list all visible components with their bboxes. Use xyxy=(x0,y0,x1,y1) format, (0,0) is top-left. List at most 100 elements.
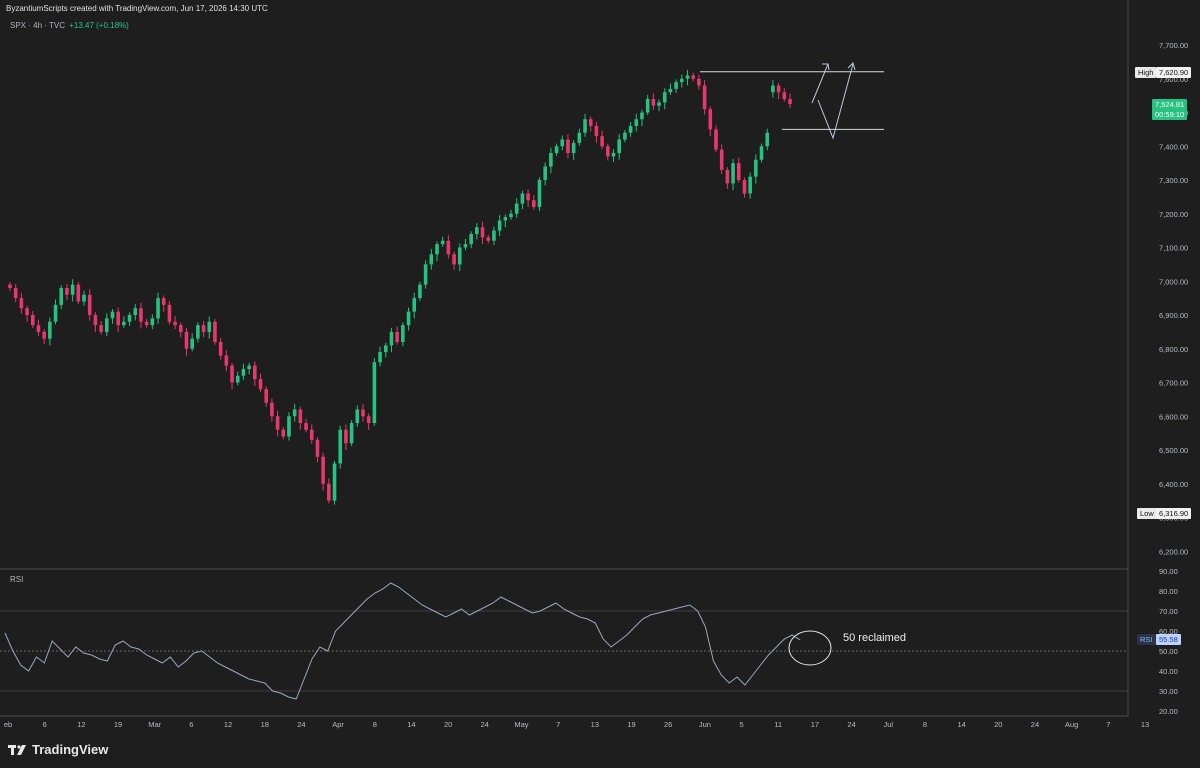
candle-body xyxy=(560,139,565,147)
time-tick-label: Jul xyxy=(883,720,893,729)
candle-body xyxy=(53,304,58,322)
candle-body xyxy=(662,92,667,103)
candle-body xyxy=(99,325,103,332)
candle-body xyxy=(457,247,462,265)
price-tick-label: 7,400.00 xyxy=(1159,142,1188,151)
time-tick-label: 24 xyxy=(847,720,855,729)
candle-body xyxy=(196,325,200,339)
candle-body xyxy=(577,132,582,143)
candle-body xyxy=(207,321,212,332)
candle-body xyxy=(150,318,155,326)
rsi-highlight-circle[interactable] xyxy=(788,630,832,666)
candle-body xyxy=(549,153,553,167)
rsi-tick-label: 90.00 xyxy=(1159,567,1178,576)
time-tick-label: 17 xyxy=(811,720,819,729)
candle-body xyxy=(179,325,183,332)
time-tick-label: Apr xyxy=(332,720,344,729)
candlestick-series xyxy=(8,69,792,505)
time-tick-label: 6 xyxy=(43,720,47,729)
candle-body xyxy=(110,311,115,319)
price-tick-label: 6,600.00 xyxy=(1159,412,1188,421)
rsi-tick-label: 50.00 xyxy=(1159,647,1178,656)
candle-body xyxy=(93,315,98,326)
candle-body xyxy=(463,244,468,248)
candle-body xyxy=(104,318,109,332)
candle-body xyxy=(754,159,758,177)
candle-body xyxy=(281,429,286,437)
projection-arrow-1[interactable] xyxy=(811,63,829,104)
candle-body xyxy=(788,99,792,105)
candle-body xyxy=(395,331,399,342)
candle-body xyxy=(634,119,639,126)
candle-body xyxy=(554,146,559,153)
candle-body xyxy=(378,352,382,363)
tradingview-logo-text: TradingView xyxy=(32,742,109,757)
candle-body xyxy=(30,315,35,326)
candle-body xyxy=(497,220,502,231)
candle-body xyxy=(469,234,473,245)
drawings xyxy=(788,62,856,666)
candle-body xyxy=(270,402,274,417)
rsi-tick-label: 40.00 xyxy=(1159,667,1178,676)
high-tag-label: High xyxy=(1135,67,1157,78)
candle-body xyxy=(640,112,644,120)
candle-body xyxy=(600,136,604,147)
rsi-annotation-text: 50 reclaimed xyxy=(843,632,906,644)
candle-body xyxy=(588,119,593,126)
candle-body xyxy=(759,146,764,160)
time-tick-label: 19 xyxy=(627,720,635,729)
candle-body xyxy=(42,331,46,339)
candle-body xyxy=(520,193,525,204)
time-tick-label: 7 xyxy=(1106,720,1110,729)
time-tick-label: 20 xyxy=(994,720,1002,729)
candle-body xyxy=(344,429,348,444)
candle-body xyxy=(480,227,485,238)
price-tick-label: 7,200.00 xyxy=(1159,210,1188,219)
candle-body xyxy=(253,365,257,380)
tradingview-logo[interactable]: TradingView xyxy=(8,742,108,757)
candle-body xyxy=(617,139,621,153)
candle-body xyxy=(48,321,52,339)
price-tick-label: 7,100.00 xyxy=(1159,244,1188,253)
candle-body xyxy=(503,217,508,221)
candle-body xyxy=(287,416,291,437)
rsi-tag-label: RSI xyxy=(1137,634,1156,645)
time-tick-label: eb xyxy=(4,720,12,729)
price-tick-label: 7,000.00 xyxy=(1159,277,1188,286)
candle-body xyxy=(70,284,75,295)
candle-body xyxy=(327,483,331,501)
candle-body xyxy=(736,163,741,180)
bar-countdown-tag: 00:59:10 xyxy=(1152,109,1188,120)
candle-body xyxy=(606,146,610,157)
time-tick-label: 5 xyxy=(739,720,743,729)
candle-body xyxy=(765,132,770,147)
candle-body xyxy=(583,119,587,133)
candle-body xyxy=(412,298,417,312)
candle-body xyxy=(537,180,542,207)
candle-body xyxy=(167,304,172,322)
candle-body xyxy=(776,85,781,93)
time-tick-label: 11 xyxy=(774,720,782,729)
rsi-tick-label: 70.00 xyxy=(1159,607,1178,616)
candle-body xyxy=(509,213,513,218)
candle-body xyxy=(133,308,138,315)
time-tick-label: 8 xyxy=(923,720,927,729)
price-tick-label: 6,200.00 xyxy=(1159,547,1188,556)
time-tick-label: 19 xyxy=(114,720,122,729)
candle-body xyxy=(668,88,673,93)
time-tick-label: 24 xyxy=(481,720,489,729)
candle-body xyxy=(275,416,280,430)
time-tick-label: 12 xyxy=(77,720,85,729)
rsi-line xyxy=(4,582,801,700)
price-tick-label: 6,500.00 xyxy=(1159,446,1188,455)
chart-canvas[interactable]: 7,700.007,600.007,500.007,400.007,300.00… xyxy=(0,0,1200,768)
candle-body xyxy=(543,166,547,180)
candle-body xyxy=(571,142,576,153)
candle-body xyxy=(156,298,160,319)
rsi-tick-label: 20.00 xyxy=(1159,707,1178,716)
price-tick-label: 6,800.00 xyxy=(1159,345,1188,354)
candle-body xyxy=(782,92,787,99)
candle-body xyxy=(645,99,650,113)
candle-body xyxy=(366,416,371,423)
candle-body xyxy=(492,230,496,241)
